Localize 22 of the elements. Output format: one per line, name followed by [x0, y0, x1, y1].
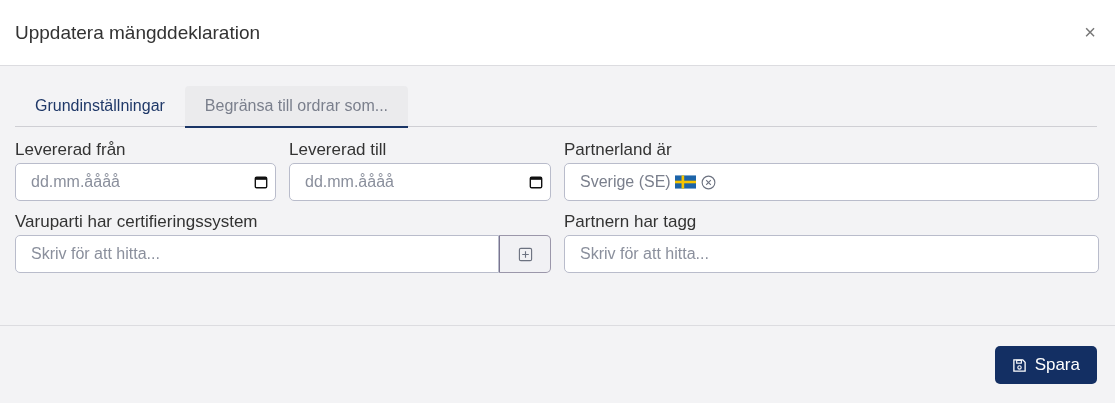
remove-icon[interactable] [700, 174, 716, 190]
field-label: Partnern har tagg [564, 212, 698, 232]
flag-icon [674, 175, 696, 189]
date-field[interactable]: dd.mm.åååå [289, 163, 551, 201]
field-label: Levererad till [289, 140, 388, 160]
close-button[interactable]: × [1080, 21, 1100, 44]
plus-square-icon [517, 246, 533, 262]
save-button[interactable]: Spara [994, 346, 1097, 384]
search-field[interactable]: Skriv för att hitta... [564, 235, 1099, 273]
search-field[interactable]: Skriv för att hitta... [15, 235, 499, 273]
field-label: Partnerland är [564, 140, 673, 160]
calendar-icon[interactable] [254, 175, 268, 189]
tab[interactable]: Begränsa till ordrar som... [184, 86, 409, 128]
field-label: Varuparti har certifieringssystem [15, 212, 259, 232]
dialog-title: Uppdatera mängddeklaration [15, 21, 261, 44]
calendar-icon[interactable] [529, 175, 543, 189]
country-select[interactable]: Sverige (SE) [564, 163, 1099, 201]
date-field[interactable]: dd.mm.åååå [15, 163, 276, 201]
tab[interactable]: Grundinställningar [15, 86, 185, 126]
field-label: Levererad från [15, 140, 127, 160]
add-button[interactable] [499, 235, 551, 273]
selected-country: Sverige (SE) [580, 173, 671, 191]
